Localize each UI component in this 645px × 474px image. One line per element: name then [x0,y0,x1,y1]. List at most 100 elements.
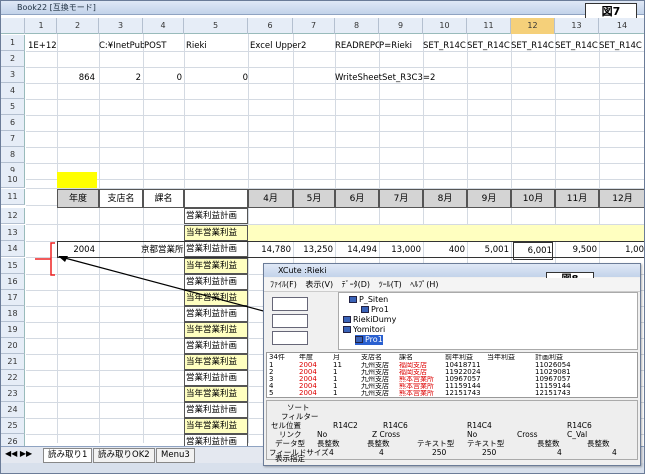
row-header-4[interactable]: 4 [1,83,25,99]
grid-cell[interactable]: 1 [333,383,337,390]
cell-r1c5[interactable]: Rieki [186,38,244,54]
cell-r1c3[interactable]: C:¥InetPub [99,38,144,54]
cell-r3c3[interactable]: 2 [99,70,141,86]
size-6[interactable]: 4 [612,448,617,457]
row-header-23[interactable]: 23 [1,386,25,402]
cell-r1c10[interactable]: SET_R14C [423,38,467,54]
tree-item-pro1-selected[interactable]: Pro1 [355,335,383,345]
grid-cell[interactable]: 11159144 [535,383,571,390]
cell-r1c12[interactable]: SET_R14C [511,38,555,54]
type-4[interactable]: テキスト型 [467,439,504,448]
column-header-2[interactable]: 2 [57,18,99,34]
type-2[interactable]: 長整数 [367,439,390,448]
tree-item-p-siten[interactable]: P_Siten [349,295,388,305]
column-header-3[interactable]: 3 [99,18,143,34]
cell-r3c8[interactable]: WriteSheetSet_R3C3=2 [335,70,485,86]
row-header-19[interactable]: 19 [1,322,25,338]
grid-cell[interactable]: 熊本営業所 [399,390,434,397]
cell-r1c6[interactable]: Excel Upper2 [250,38,330,54]
column-header-7[interactable]: 7 [293,18,335,34]
cell-pos-1[interactable]: R14C2 [333,421,358,430]
grid-cell[interactable]: 1 [333,369,337,376]
cell-pos-4[interactable]: R14C6 [567,421,592,430]
row-header-2[interactable]: 2 [1,51,25,67]
column-header-13[interactable]: 13 [555,18,599,34]
grid-cell[interactable]: 熊本営業所 [399,383,434,390]
cell-r3c4[interactable]: 0 [142,70,182,86]
menu-data[interactable]: ﾃﾞｰﾀ(D) [342,280,370,289]
grid-cell[interactable]: 九州支店 [361,369,389,376]
cell-r14-month[interactable]: 6,001 [513,242,553,260]
column-header-8[interactable]: 8 [335,18,379,34]
grid-cell[interactable]: 1 [269,362,273,369]
size-2[interactable]: 4 [379,448,384,457]
grid-cell[interactable]: 2004 [299,362,317,369]
grid-cell[interactable]: 九州支店 [361,383,389,390]
grid-cell[interactable]: 1 [333,390,337,397]
grid-cell[interactable]: 福岡支店 [399,369,427,376]
row-header-3[interactable]: 3 [1,67,25,83]
data-grid[interactable]: 34件 年度月支店名 課名 前年利益 当年利益 計画利益 1 2004 11 九州支店 福岡支店 10… [266,352,638,398]
row-header-22[interactable]: 22 [1,370,25,386]
cell-r3c2[interactable]: 864 [57,70,95,86]
column-header-5[interactable]: 5 [184,18,248,34]
tab-sheet1[interactable]: 読み取り1 [43,448,93,463]
cell-r1c8[interactable]: READREPO [335,38,379,54]
select-all-corner[interactable] [1,18,25,34]
cell-r3c5[interactable]: 0 [184,70,248,86]
row-header-16[interactable]: 16 [1,274,25,290]
grid-cell[interactable]: 九州支店 [361,376,389,383]
tab-nav-icon[interactable]: ◀◀ ▶▶ [5,449,32,458]
tool-button-2[interactable] [272,314,308,328]
grid-cell[interactable]: 4 [269,383,273,390]
row-header-12[interactable]: 12 [1,208,25,224]
highlight-cell-r10c2[interactable] [57,172,97,188]
label-plan[interactable]: 営業利益計画 [184,402,248,418]
row-header-8[interactable]: 8 [1,147,25,163]
cell-r14-month[interactable]: 1,00 [601,242,644,258]
size-1[interactable]: 4 [329,448,334,457]
row-header-13[interactable]: 13 [1,225,25,241]
grid-cell[interactable]: 3 [269,376,273,383]
tree-item-riekidumy[interactable]: RiekiDumy [343,315,396,325]
grid-cell[interactable]: 10418711 [445,362,481,369]
grid-cell[interactable]: 11 [333,362,342,369]
grid-cell[interactable]: 熊本営業所 [399,376,434,383]
label-current[interactable]: 当年営業利益 [184,225,248,241]
type-6[interactable]: 長整数 [587,439,610,448]
grid-cell[interactable]: 11026054 [535,362,571,369]
cell-pos-2[interactable]: R14C6 [383,421,408,430]
grid-cell[interactable]: 2 [269,369,273,376]
tab-sheet3[interactable]: Menu3 [156,448,195,463]
cell-r14-month[interactable]: 13,000 [381,242,421,258]
size-4[interactable]: 250 [482,448,496,457]
column-header-14[interactable]: 14 [599,18,644,34]
tab-sheet2[interactable]: 読み取りOK2 [93,448,155,463]
grid-cell[interactable]: 2004 [299,376,317,383]
label-current[interactable]: 当年営業利益 [184,418,248,434]
cell-r14-month[interactable]: 9,500 [557,242,597,258]
row-header-5[interactable]: 5 [1,99,25,115]
grid-cell[interactable]: 福岡支店 [399,362,427,369]
menu-help[interactable]: ﾍﾙﾌﾟ(H) [410,280,438,289]
object-tree[interactable]: P_Siten Pro1 RiekiDumy Yomitori Pro1 [338,292,638,350]
row-header-11[interactable]: 11 [1,189,25,205]
grid-cell[interactable]: 11029081 [535,369,571,376]
label-plan[interactable]: 営業利益計画 [184,208,248,224]
row-header-25[interactable]: 25 [1,418,25,434]
row-header-1[interactable]: 1 [1,35,25,51]
label-current[interactable]: 当年営業利益 [184,354,248,370]
grid-cell[interactable]: 2004 [299,390,317,397]
cell-r1c11[interactable]: SET_R14C [467,38,511,54]
column-header-6[interactable]: 6 [248,18,293,34]
grid-cell[interactable]: 九州支店 [361,362,389,369]
grid-cell[interactable]: 5 [269,390,273,397]
label-current[interactable]: 当年営業利益 [184,386,248,402]
size-3[interactable]: 250 [432,448,446,457]
cell-r1c9[interactable]: P=Rieki [379,38,423,54]
size-5[interactable]: 4 [557,448,562,457]
cell-r1c14[interactable]: SET_R14C [599,38,644,54]
type-3[interactable]: テキスト型 [417,439,454,448]
link-2[interactable]: Z Cross [372,430,400,439]
row-header-15[interactable]: 15 [1,258,25,274]
